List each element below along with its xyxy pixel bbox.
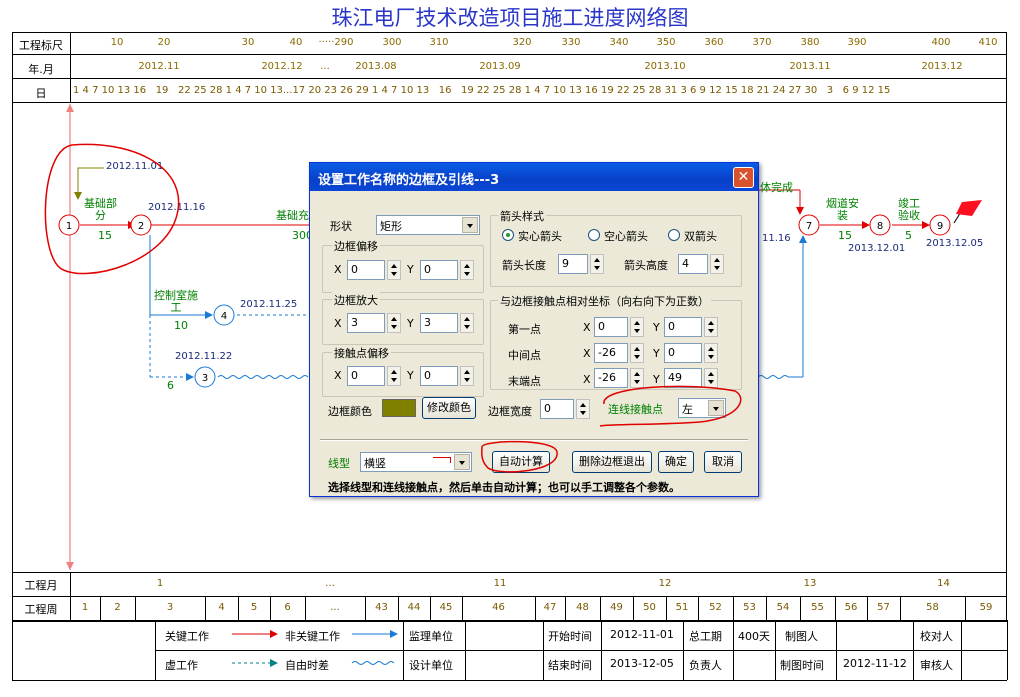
coord-group-label: 与边框接触点相对坐标（向右向下为正数）	[498, 293, 711, 309]
enlarge-x-input[interactable]: 3	[347, 313, 385, 333]
arrow-length-input[interactable]: 9	[558, 254, 588, 274]
chevron-down-icon[interactable]	[454, 454, 470, 470]
mid-y-input[interactable]: 0	[664, 343, 702, 363]
first-x-input[interactable]: 0	[594, 317, 628, 337]
end-y-label: Y	[653, 373, 660, 386]
line-type-select[interactable]: 横竖	[360, 452, 472, 472]
dialog-hint: 选择线型和连线接触点，然后单击自动计算；也可以手工调整各个参数。	[328, 481, 680, 494]
double-arrow-radio[interactable]	[668, 229, 680, 241]
shape-select[interactable]: 矩形	[376, 215, 480, 235]
end-y-spinner[interactable]	[704, 368, 718, 388]
shape-select-value: 矩形	[380, 220, 402, 233]
hollow-arrow-label[interactable]: 空心箭头	[604, 228, 648, 244]
shape-label: 形状	[330, 220, 352, 233]
border-width-input[interactable]: 0	[540, 399, 574, 419]
offset-group-label: 边框偏移	[332, 238, 380, 254]
arrow-length-spinner[interactable]	[590, 254, 604, 274]
mid-x-input[interactable]: -26	[594, 343, 628, 363]
double-arrow-label[interactable]: 双箭头	[684, 228, 717, 244]
first-y-spinner[interactable]	[704, 317, 718, 337]
offset-y-input[interactable]: 0	[420, 260, 458, 280]
contact-x-label: X	[334, 369, 342, 382]
arrow-height-spinner[interactable]	[710, 254, 724, 274]
close-icon[interactable]: ✕	[733, 167, 754, 188]
mid-point-label: 中间点	[508, 349, 541, 362]
chevron-down-icon[interactable]	[462, 217, 478, 233]
ok-button[interactable]: 确定	[658, 451, 694, 473]
arrow-style-group-label: 箭头样式	[498, 208, 546, 224]
offset-x-label: X	[334, 263, 342, 276]
auto-calc-button[interactable]: 自动计算	[492, 451, 550, 473]
first-y-label: Y	[653, 321, 660, 334]
border-settings-dialog: 设置工作名称的边框及引线---3 ✕ 形状 矩形 边框偏移 X 0 Y 0 边框…	[309, 162, 759, 497]
first-x-label: X	[583, 321, 591, 334]
hollow-arrow-radio[interactable]	[588, 229, 600, 241]
enlarge-group-label: 边框放大	[332, 292, 380, 308]
mid-y-label: Y	[653, 347, 660, 360]
arrow-height-label: 箭头高度	[624, 259, 668, 272]
border-color-swatch[interactable]	[382, 399, 416, 417]
enlarge-x-spinner[interactable]	[387, 313, 401, 333]
end-x-spinner[interactable]	[630, 368, 644, 388]
separator	[320, 439, 748, 441]
first-point-label: 第一点	[508, 323, 541, 336]
enlarge-y-label: Y	[407, 317, 414, 330]
arrow-style-group	[490, 215, 742, 287]
delete-exit-button[interactable]: 删除边框退出	[572, 451, 652, 473]
enlarge-x-label: X	[334, 317, 342, 330]
line-type-value: 横竖	[364, 457, 386, 470]
contact-y-input[interactable]: 0	[420, 366, 458, 386]
offset-y-label: Y	[407, 263, 414, 276]
mid-x-label: X	[583, 347, 591, 360]
line-type-label: 线型	[328, 457, 350, 470]
solid-arrow-radio[interactable]	[502, 229, 514, 241]
contact-x-input[interactable]: 0	[347, 366, 385, 386]
mid-y-spinner[interactable]	[704, 343, 718, 363]
end-x-input[interactable]: -26	[594, 368, 628, 388]
enlarge-y-spinner[interactable]	[460, 313, 474, 333]
first-y-input[interactable]: 0	[664, 317, 702, 337]
contact-y-label: Y	[407, 369, 414, 382]
end-y-input[interactable]: 49	[664, 368, 702, 388]
first-x-spinner[interactable]	[630, 317, 644, 337]
contact-point-select[interactable]: 左	[678, 398, 726, 418]
border-width-label: 边框宽度	[488, 405, 532, 418]
offset-x-input[interactable]: 0	[347, 260, 385, 280]
enlarge-y-input[interactable]: 3	[420, 313, 458, 333]
arrow-height-input[interactable]: 4	[678, 254, 708, 274]
mid-x-spinner[interactable]	[630, 343, 644, 363]
contact-x-spinner[interactable]	[387, 366, 401, 386]
end-point-label: 末端点	[508, 375, 541, 388]
line-type-preview	[433, 457, 451, 463]
cancel-button[interactable]: 取消	[704, 451, 742, 473]
offset-y-spinner[interactable]	[460, 260, 474, 280]
dialog-title: 设置工作名称的边框及引线---3	[318, 173, 500, 188]
chevron-down-icon[interactable]	[708, 400, 724, 416]
dialog-titlebar[interactable]: 设置工作名称的边框及引线---3 ✕	[310, 163, 758, 191]
contact-offset-group-label: 接触点偏移	[332, 345, 391, 361]
offset-x-spinner[interactable]	[387, 260, 401, 280]
border-width-spinner[interactable]	[576, 399, 590, 419]
end-x-label: X	[583, 373, 591, 386]
contact-point-label: 连线接触点	[608, 403, 663, 416]
modify-color-button[interactable]: 修改颜色	[422, 397, 476, 419]
solid-arrow-label[interactable]: 实心箭头	[518, 228, 562, 244]
contact-point-value: 左	[682, 403, 693, 416]
border-color-label: 边框颜色	[328, 405, 372, 418]
arrow-length-label: 箭头长度	[502, 259, 546, 272]
contact-y-spinner[interactable]	[460, 366, 474, 386]
